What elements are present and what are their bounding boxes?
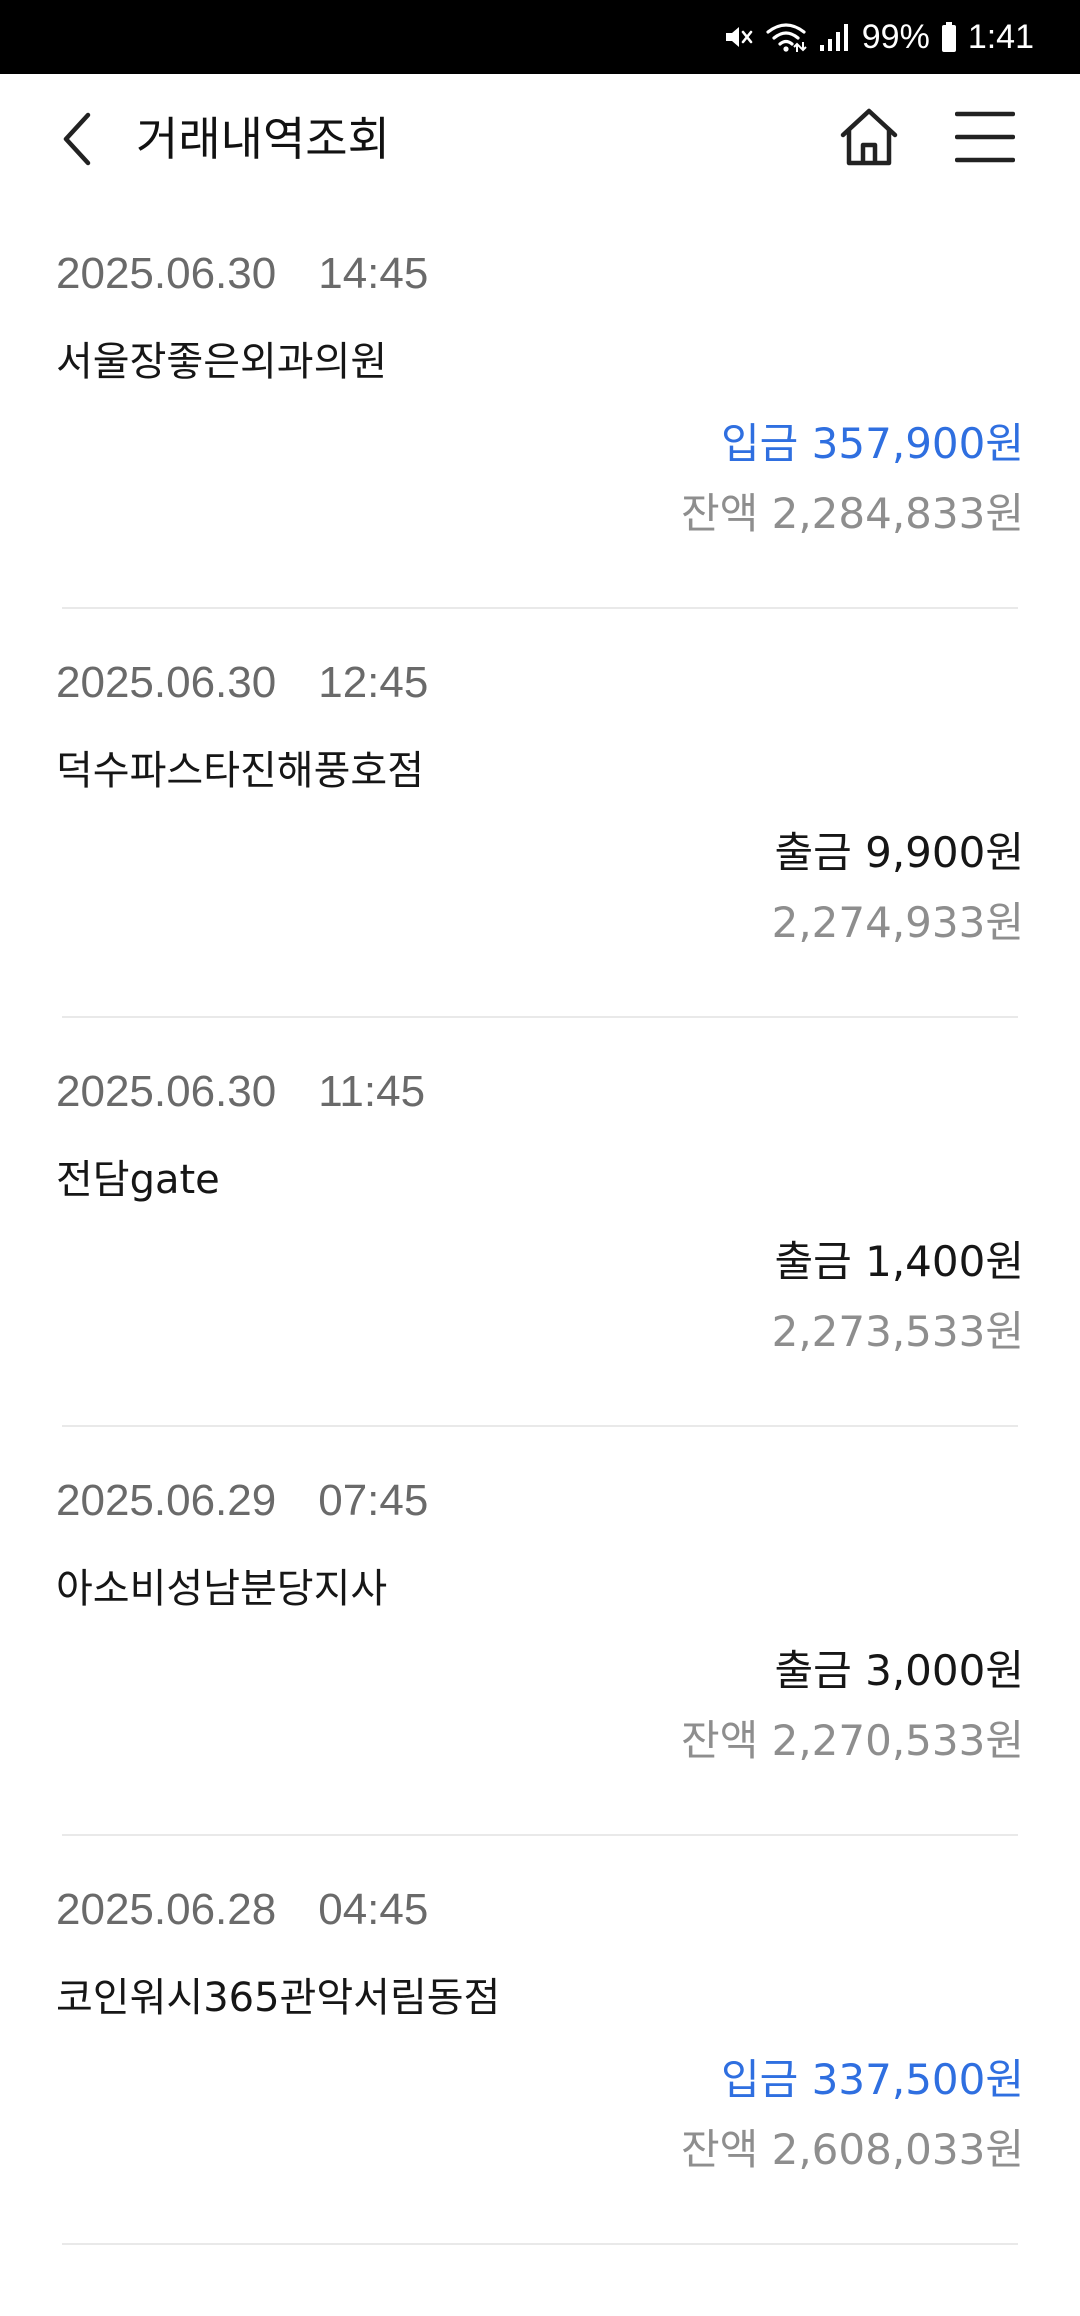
transaction-item[interactable]: 2025.06.30 14:45 서울장좋은외과의원 입금 357,900원 잔액… — [0, 200, 1080, 609]
transaction-item[interactable]: 2025.06.29 07:45 아소비성남분당지사 출금 3,000원 잔액 2… — [0, 1427, 1080, 1836]
transaction-datetime: 2025.06.29 07:45 — [56, 1473, 428, 1529]
status-icons: 99% 1:41 — [722, 0, 1034, 74]
status-bar: 99% 1:41 — [0, 0, 1080, 74]
transaction-list[interactable]: 2025.06.30 14:45 서울장좋은외과의원 입금 357,900원 잔액… — [0, 200, 1080, 2245]
transaction-merchant: 서울장좋은외과의원 — [56, 339, 388, 385]
transaction-merchant: 코인워시365관악서림동점 — [56, 1975, 501, 2021]
transaction-datetime: 2025.06.28 04:45 — [56, 1882, 428, 1938]
transaction-datetime: 2025.06.30 11:45 — [56, 1064, 425, 1120]
transaction-item[interactable]: 2025.06.28 04:45 코인워시365관악서림동점 입금 337,500… — [0, 1836, 1080, 2245]
mute-icon — [722, 21, 754, 53]
transaction-amount: 출금 1,400원 — [774, 1237, 1024, 1286]
home-button[interactable] — [834, 104, 904, 174]
transaction-date: 2025.06.29 — [56, 1476, 277, 1525]
hamburger-menu-icon — [954, 110, 1016, 168]
transaction-balance: 2,273,533원 — [771, 1307, 1024, 1356]
transaction-time: 07:45 — [318, 1476, 429, 1525]
app-header: 거래내역조회 — [0, 74, 1080, 200]
transaction-item[interactable]: 2025.06.30 11:45 전담gate 출금 1,400원 2,273,5… — [0, 1018, 1080, 1427]
divider — [62, 2243, 1018, 2245]
transaction-time: 11:45 — [318, 1067, 426, 1116]
transaction-date: 2025.06.30 — [56, 1067, 277, 1116]
transaction-amount: 출금 9,900원 — [774, 828, 1024, 877]
transaction-merchant: 아소비성남분당지사 — [56, 1566, 388, 1612]
transaction-amount: 입금 357,900원 — [721, 419, 1024, 468]
transaction-datetime: 2025.06.30 12:45 — [56, 655, 428, 711]
page-title: 거래내역조회 — [136, 112, 390, 166]
wifi-icon — [764, 20, 808, 54]
battery-percent: 99% — [861, 17, 930, 56]
transaction-merchant: 덕수파스타진해풍호점 — [56, 748, 424, 794]
transaction-date: 2025.06.30 — [56, 249, 277, 298]
status-time: 1:41 — [967, 17, 1034, 56]
transaction-balance: 잔액 2,284,833원 — [680, 489, 1024, 538]
transaction-amount: 출금 3,000원 — [774, 1646, 1024, 1695]
transaction-time: 04:45 — [318, 1885, 429, 1934]
transaction-time: 14:45 — [318, 249, 429, 298]
transaction-amount: 입금 337,500원 — [721, 2055, 1024, 2104]
back-button[interactable] — [48, 106, 108, 176]
home-icon — [837, 105, 901, 173]
transaction-date: 2025.06.30 — [56, 658, 277, 707]
transaction-time: 12:45 — [318, 658, 429, 707]
transaction-datetime: 2025.06.30 14:45 — [56, 246, 428, 302]
transaction-merchant: 전담gate — [56, 1157, 220, 1203]
transaction-balance: 잔액 2,270,533원 — [680, 1716, 1024, 1765]
signal-icon — [818, 21, 852, 53]
transaction-item[interactable]: 2025.06.30 12:45 덕수파스타진해풍호점 출금 9,900원 2,2… — [0, 609, 1080, 1018]
menu-button[interactable] — [950, 104, 1020, 174]
transaction-date: 2025.06.28 — [56, 1885, 277, 1934]
transaction-balance: 잔액 2,608,033원 — [680, 2125, 1024, 2174]
battery-icon — [940, 21, 958, 53]
transaction-balance: 2,274,933원 — [771, 898, 1024, 947]
chevron-left-icon — [58, 109, 98, 173]
